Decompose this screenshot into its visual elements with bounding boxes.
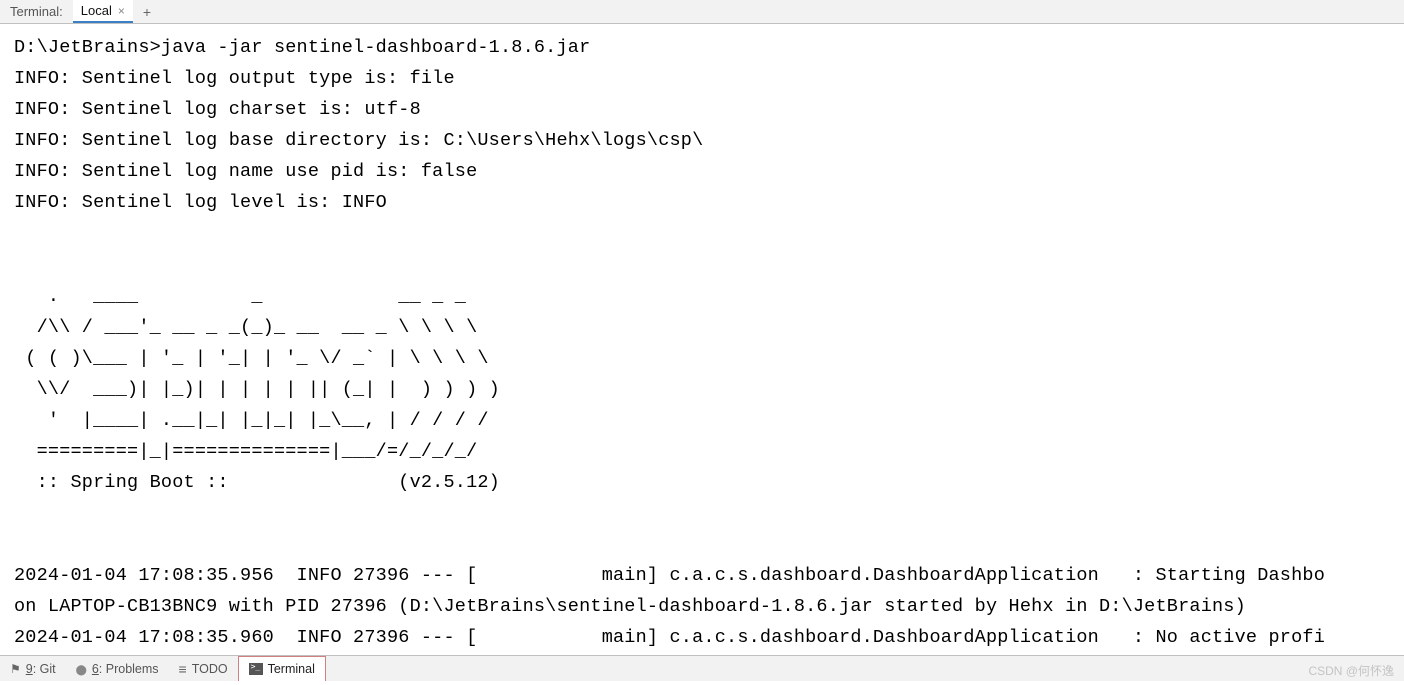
add-tab-icon[interactable]: + bbox=[133, 4, 161, 20]
terminal-tab-local[interactable]: Local × bbox=[73, 0, 133, 23]
toolwindow-problems[interactable]: 6: Problems bbox=[66, 656, 169, 681]
git-label: : Git bbox=[33, 662, 56, 676]
toolwindow-todo[interactable]: TODO bbox=[169, 656, 238, 681]
git-icon bbox=[10, 662, 21, 676]
todo-icon bbox=[179, 661, 187, 677]
problems-label: : Problems bbox=[99, 662, 159, 676]
terminal-tab-label: Local bbox=[81, 3, 112, 18]
problems-icon bbox=[76, 662, 87, 676]
toolwindow-terminal[interactable]: Terminal bbox=[238, 656, 326, 681]
terminal-label: Terminal bbox=[268, 662, 315, 676]
terminal-tabs-bar: Terminal: Local × + bbox=[0, 0, 1404, 24]
toolwindow-git[interactable]: 9: Git bbox=[0, 656, 66, 681]
terminal-icon bbox=[249, 663, 263, 675]
terminal-output[interactable]: D:\JetBrains>java -jar sentinel-dashboar… bbox=[0, 24, 1404, 652]
git-mnemonic: 9 bbox=[26, 662, 33, 676]
terminal-tabs-prefix: Terminal: bbox=[0, 4, 73, 19]
todo-label: TODO bbox=[192, 662, 228, 676]
close-icon[interactable]: × bbox=[118, 4, 125, 18]
tool-window-bar: 9: Git 6: Problems TODO Terminal bbox=[0, 655, 1404, 681]
problems-mnemonic: 6 bbox=[92, 662, 99, 676]
